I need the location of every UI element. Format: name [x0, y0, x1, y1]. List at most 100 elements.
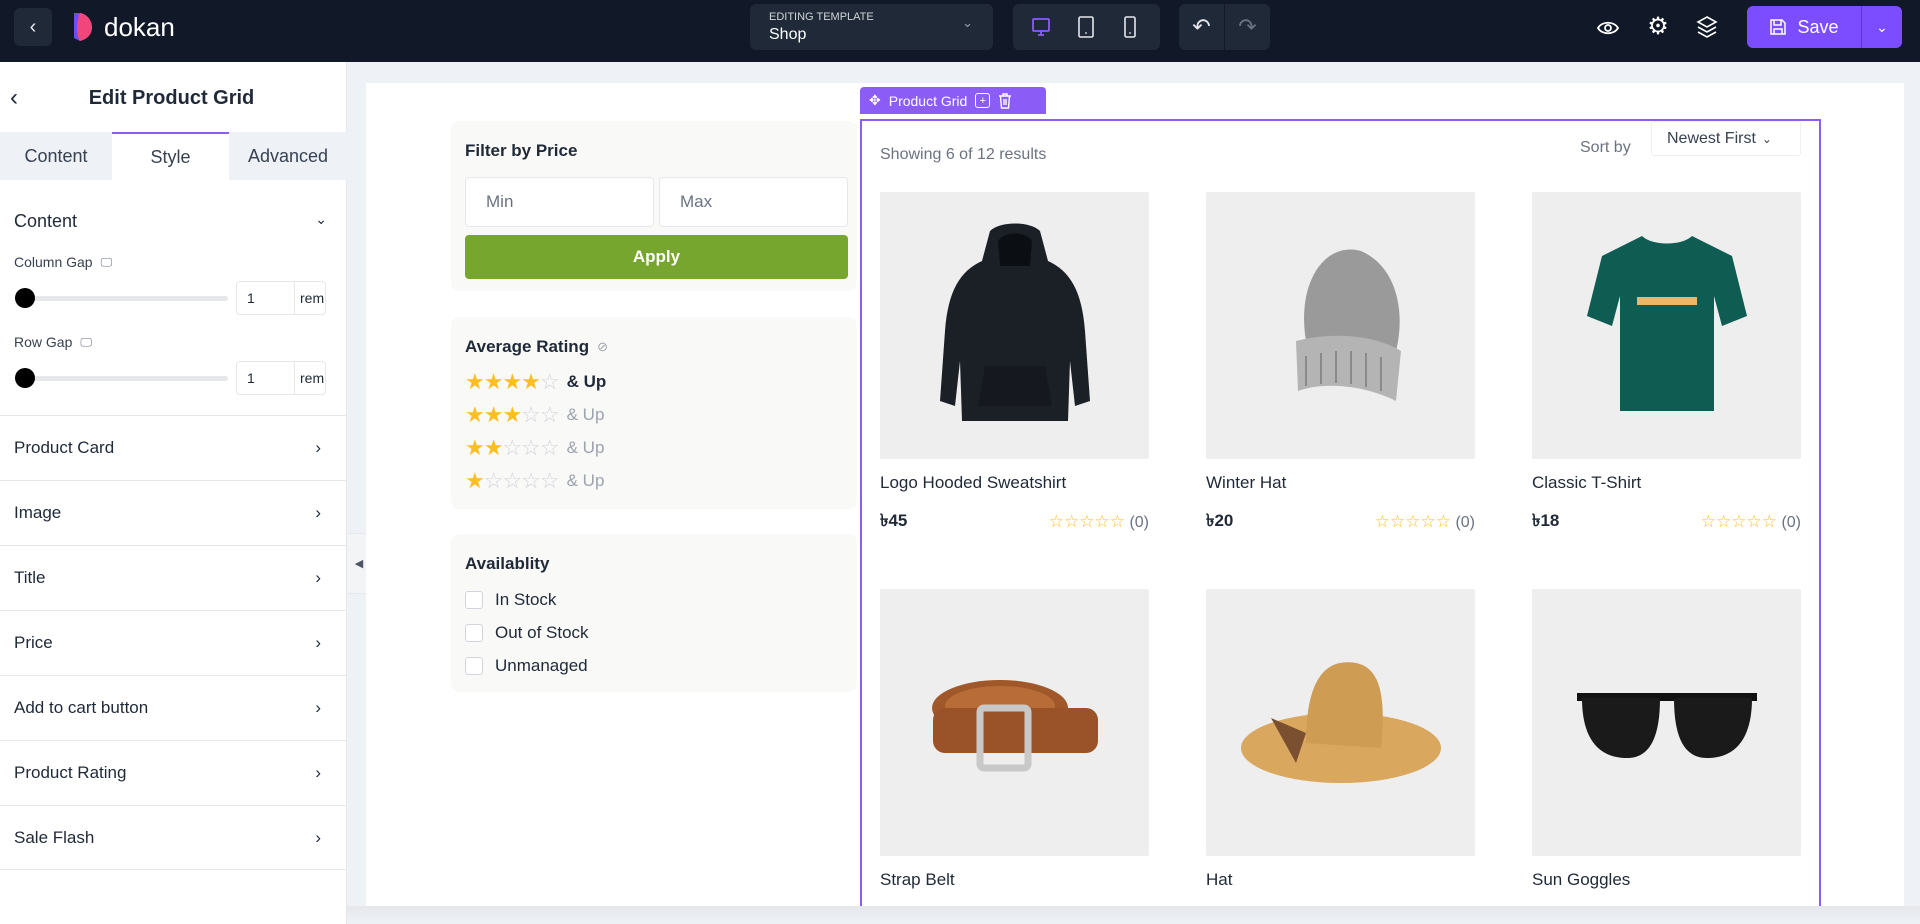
column-gap-slider-handle[interactable] [15, 288, 35, 308]
undo-icon[interactable]: ↶ [1179, 4, 1225, 50]
mobile-icon[interactable] [1120, 16, 1140, 38]
product-title[interactable]: Logo Hooded Sweatshirt [880, 473, 1149, 493]
product-title[interactable]: Strap Belt [880, 870, 1149, 890]
back-button[interactable]: ‹ [14, 8, 52, 46]
sidebar-item-product-rating[interactable]: Product Rating › [0, 740, 347, 805]
settings-gear-icon[interactable]: ⚙ [1645, 12, 1671, 40]
sidebar-item-add-to-cart[interactable]: Add to cart button › [0, 675, 347, 740]
duplicate-icon[interactable]: + [975, 93, 991, 108]
availability-filter-card: Availablity In Stock Out of Stock Unmana… [451, 534, 857, 692]
rating-option-4[interactable]: ★★★★☆ & Up [465, 369, 606, 395]
item-label: Title [14, 568, 46, 587]
product-card[interactable]: Classic T-Shirt ৳18 ☆☆☆☆☆ (0) [1532, 192, 1801, 536]
in-stock-checkbox[interactable]: In Stock [465, 590, 556, 610]
sort-dropdown[interactable]: Newest First ⌄ [1651, 121, 1801, 156]
redo-icon[interactable]: ↷ [1225, 4, 1270, 50]
option-label: In Stock [495, 590, 557, 609]
sidebar-item-price[interactable]: Price › [0, 610, 347, 675]
row-gap-label: Row Gap 🖵 [14, 334, 92, 350]
save-button[interactable]: Save [1747, 6, 1862, 48]
template-selector[interactable]: EDITING TEMPLATE Shop ⌄ [750, 4, 993, 50]
column-gap-value[interactable]: 1 [237, 282, 295, 314]
product-price: ৳20 [1206, 511, 1234, 530]
unmanaged-checkbox[interactable]: Unmanaged [465, 656, 588, 676]
row-gap-unit[interactable]: rem [295, 362, 324, 394]
product-card[interactable]: Hat [1206, 589, 1475, 890]
row-gap-slider[interactable] [16, 376, 228, 381]
product-title[interactable]: Winter Hat [1206, 473, 1475, 493]
product-card[interactable]: Strap Belt [880, 589, 1149, 890]
max-price-input[interactable]: Max [659, 177, 848, 227]
product-image[interactable] [1532, 192, 1801, 459]
sidebar-item-title[interactable]: Title › [0, 545, 347, 610]
sort-label: Sort by [1580, 139, 1631, 156]
column-gap-label: Column Gap 🖵 [14, 254, 112, 270]
sidebar-item-product-card[interactable]: Product Card › [0, 415, 347, 480]
rating-option-1[interactable]: ★☆☆☆☆ & Up [465, 468, 604, 494]
product-card[interactable]: Winter Hat ৳20 ☆☆☆☆☆ (0) [1206, 192, 1475, 536]
sidebar: ‹ Edit Product Grid Content Style Advanc… [0, 62, 347, 924]
checkbox[interactable] [465, 591, 483, 609]
chevron-right-icon: › [315, 503, 321, 522]
rating-count: (0) [1781, 514, 1801, 531]
product-card[interactable]: Sun Goggles [1532, 589, 1801, 890]
product-title[interactable]: Sun Goggles [1532, 870, 1801, 890]
sidebar-item-image[interactable]: Image › [0, 480, 347, 545]
desktop-icon[interactable] [1031, 17, 1051, 37]
chevron-down-icon: ⌄ [315, 211, 327, 227]
tab-style[interactable]: Style [112, 132, 229, 180]
dokan-logo-icon [74, 13, 93, 41]
rating-option-3[interactable]: ★★★☆☆ & Up [465, 402, 604, 428]
apply-button[interactable]: Apply [465, 235, 848, 279]
results-count: Showing 6 of 12 results [880, 146, 1047, 163]
column-gap-input[interactable]: 1 rem [236, 281, 326, 315]
checkbox[interactable] [465, 657, 483, 675]
layers-icon[interactable] [1696, 15, 1718, 39]
price-filter-title: Filter by Price [465, 141, 578, 160]
item-label: Sale Flash [14, 827, 95, 847]
rating-label: & Up [566, 438, 605, 457]
checkbox[interactable] [465, 624, 483, 642]
column-gap-unit[interactable]: rem [295, 282, 324, 314]
save-button-group: Save ⌄ [1747, 6, 1902, 48]
chevron-down-icon: ⌄ [962, 15, 973, 30]
preview-eye-icon[interactable] [1596, 16, 1620, 40]
product-image[interactable] [1206, 192, 1475, 459]
row-gap-slider-handle[interactable] [15, 368, 35, 388]
stars: ★★★☆☆ [465, 402, 560, 427]
sidebar-item-sale-flash[interactable]: Sale Flash › [0, 805, 347, 870]
row-gap-value[interactable]: 1 [237, 362, 295, 394]
panel-title: Edit Product Grid [88, 87, 255, 109]
row-gap-input[interactable]: 1 rem [236, 361, 326, 395]
brand-name: dokan [104, 11, 175, 42]
move-icon[interactable]: ✥ [869, 92, 881, 109]
out-of-stock-checkbox[interactable]: Out of Stock [465, 623, 589, 643]
content-section-header[interactable]: Content ⌄ [14, 211, 327, 232]
rating-stars: ☆☆☆☆☆ [1700, 512, 1777, 531]
product-rating: ☆☆☆☆☆ (0) [1375, 512, 1475, 532]
column-gap-slider[interactable] [16, 296, 228, 301]
product-grid-widget[interactable]: Showing 6 of 12 results Sort by Newest F… [860, 119, 1821, 909]
widget-toolbar: ✥ Product Grid + [860, 87, 1046, 114]
item-label: Product Card [14, 438, 115, 457]
product-image[interactable] [880, 589, 1149, 856]
product-title[interactable]: Hat [1206, 870, 1475, 890]
clear-filter-icon[interactable]: ⊘ [597, 339, 608, 355]
product-image[interactable] [1206, 589, 1475, 856]
trash-icon[interactable] [998, 92, 1012, 109]
template-value: Shop [769, 26, 807, 43]
product-price: ৳45 [880, 511, 908, 530]
product-image[interactable] [1532, 589, 1801, 856]
product-title[interactable]: Classic T-Shirt [1532, 473, 1801, 493]
history-controls: ↶ ↷ [1179, 4, 1270, 50]
min-price-input[interactable]: Min [465, 177, 654, 227]
tablet-icon[interactable] [1076, 16, 1096, 38]
product-card[interactable]: Logo Hooded Sweatshirt ৳45 ☆☆☆☆☆ (0) [880, 192, 1149, 536]
tab-advanced[interactable]: Advanced [229, 132, 347, 180]
rating-filter-title: Average Rating [465, 337, 590, 356]
rating-option-2[interactable]: ★★☆☆☆ & Up [465, 435, 604, 461]
product-image[interactable] [880, 192, 1149, 459]
tab-content[interactable]: Content [0, 132, 112, 180]
save-options-chevron-icon[interactable]: ⌄ [1862, 6, 1902, 48]
product-price: ৳18 [1532, 511, 1560, 530]
